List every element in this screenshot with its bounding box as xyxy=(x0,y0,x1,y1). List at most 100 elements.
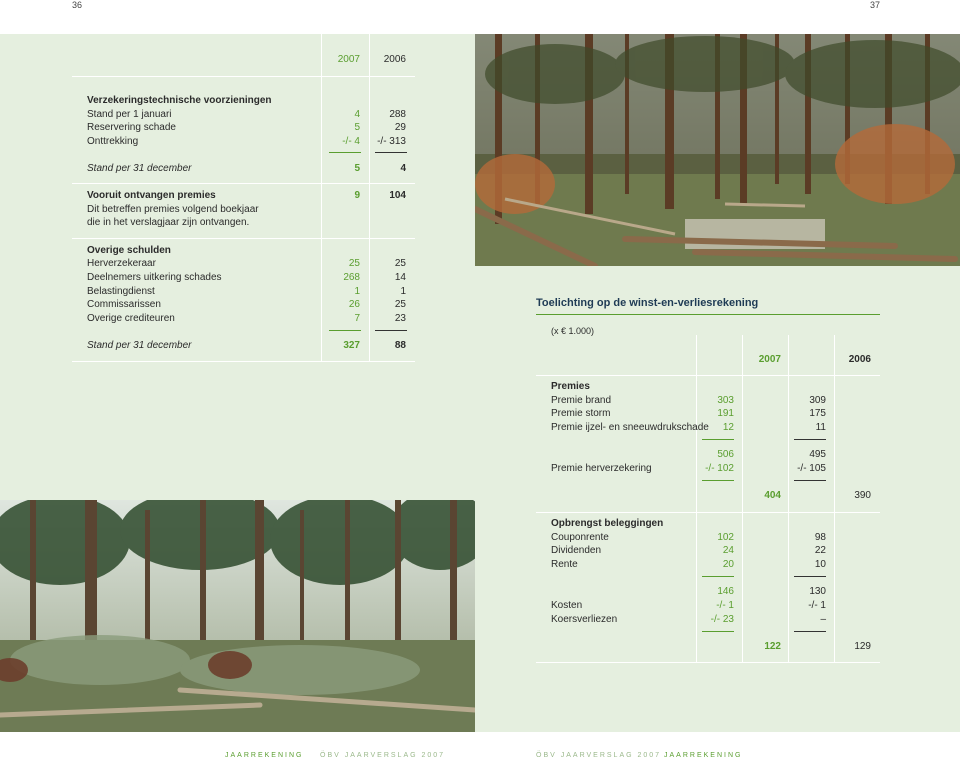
value-2007: 268 xyxy=(343,272,360,283)
note-line: die in het verslagjaar zijn ontvangen. xyxy=(87,217,250,228)
year-2007-header: 2007 xyxy=(337,54,360,65)
value-2006: -/- 313 xyxy=(377,136,406,147)
value-2006: -/- 105 xyxy=(797,463,826,474)
note-line: Dit betreffen premies volgend boekjaar xyxy=(87,204,259,215)
total-2006: 129 xyxy=(854,641,871,652)
value-2007: 5 xyxy=(354,122,360,133)
section-heading: Toelichting op de winst-en-verliesrekeni… xyxy=(536,297,759,309)
value-2007: 9 xyxy=(354,190,360,201)
value-2006: 309 xyxy=(809,395,826,406)
value-2007: 24 xyxy=(722,545,734,556)
sum-rule xyxy=(702,439,734,440)
total-2006: 390 xyxy=(854,490,871,501)
row-label: Stand per 1 januari xyxy=(87,109,172,120)
value-2007: -/- 1 xyxy=(716,600,734,611)
row-label: Commissarissen xyxy=(87,299,161,310)
forest-storm-photo-bottom xyxy=(0,500,475,732)
value-2006: 98 xyxy=(814,532,826,543)
row-label: Rente xyxy=(551,559,578,570)
value-2007: 191 xyxy=(717,408,734,419)
subtotal-2006: 495 xyxy=(809,449,826,460)
section-title: Verzekeringstechnische voorzieningen xyxy=(87,95,272,106)
forest-storm-photo-top xyxy=(475,34,960,266)
row-label: Koersverliezen xyxy=(551,614,618,625)
sum-rule xyxy=(329,330,361,331)
value-2006: 104 xyxy=(389,190,406,201)
value-2006: 14 xyxy=(394,272,406,283)
value-2006: 29 xyxy=(394,122,406,133)
value-2006: 288 xyxy=(389,109,406,120)
value-2007: 20 xyxy=(722,559,734,570)
row-label: Kosten xyxy=(551,600,583,611)
total-2006: 88 xyxy=(394,340,406,351)
value-2007: -/- 4 xyxy=(342,136,360,147)
page-number-left: 36 xyxy=(72,0,83,10)
value-2006: – xyxy=(820,614,826,625)
value-2006: 10 xyxy=(814,559,826,570)
row-label: Premie herverzekering xyxy=(551,463,652,474)
value-2007: -/- 23 xyxy=(710,614,734,625)
total-2007: 122 xyxy=(764,641,781,652)
subtotal-2006: 130 xyxy=(809,586,826,597)
footer-right-report: ÖBV JAARVERSLAG 2007 xyxy=(536,752,662,759)
value-2007: 7 xyxy=(354,313,360,324)
total-2006: 4 xyxy=(400,163,406,174)
value-2006: 22 xyxy=(814,545,826,556)
sum-rule xyxy=(702,480,734,481)
sum-rule xyxy=(794,576,826,577)
row-label: Premie storm xyxy=(551,408,611,419)
row-label: Herverzekeraar xyxy=(87,258,156,269)
row-label: Reservering schade xyxy=(87,122,176,133)
value-2007: 1 xyxy=(354,286,360,297)
section-title: Opbrengst beleggingen xyxy=(551,518,664,529)
heading-rule xyxy=(536,314,880,315)
year-2007-header: 2007 xyxy=(758,354,781,365)
year-2006-header: 2006 xyxy=(383,54,406,65)
sum-rule xyxy=(375,152,407,153)
sum-rule xyxy=(329,152,361,153)
value-2007: 25 xyxy=(348,258,360,269)
row-label: Belastingdienst xyxy=(87,286,155,297)
row-label: Premie ijzel- en sneeuwdrukschade xyxy=(551,422,709,433)
row-label: Dividenden xyxy=(551,545,602,556)
subtotal-2007: 146 xyxy=(717,586,734,597)
value-2007: 26 xyxy=(348,299,360,310)
total-2007: 327 xyxy=(343,340,360,351)
value-2006: 11 xyxy=(815,422,826,433)
total-2007: 5 xyxy=(354,163,360,174)
value-2007: 4 xyxy=(354,109,360,120)
footer-right-section: JAARREKENING xyxy=(664,752,743,759)
balance-sheet-notes-table: 2007 2006 Verzekeringstechnische voorzie… xyxy=(72,34,415,362)
row-label: Premie brand xyxy=(551,395,612,406)
row-label: Onttrekking xyxy=(87,136,139,147)
value-2006: 1 xyxy=(400,286,406,297)
row-label: Couponrente xyxy=(551,532,609,543)
value-2006: 25 xyxy=(394,258,406,269)
sum-rule xyxy=(794,480,826,481)
value-2006: -/- 1 xyxy=(808,600,826,611)
subtotal-2007: 506 xyxy=(717,449,734,460)
row-label: Deelnemers uitkering schades xyxy=(87,272,222,283)
section-title: Premies xyxy=(551,381,590,392)
sum-rule xyxy=(702,631,734,632)
row-label: Overige crediteuren xyxy=(87,313,175,324)
footer-left-report: ÖBV JAARVERSLAG 2007 xyxy=(320,752,446,759)
value-2007: 12 xyxy=(722,422,734,433)
page-number-right: 37 xyxy=(870,0,881,10)
value-2007: 102 xyxy=(717,532,734,543)
income-statement-table: 2007 2006 Premies Premie brand 303 309 P… xyxy=(536,335,880,663)
value-2006: 23 xyxy=(394,313,406,324)
total-label: Stand per 31 december xyxy=(87,163,192,174)
year-2006-header: 2006 xyxy=(848,354,871,365)
section-title: Vooruit ontvangen premies xyxy=(87,190,216,201)
sum-rule xyxy=(794,631,826,632)
sum-rule xyxy=(794,439,826,440)
footer-left-section: JAARREKENING xyxy=(225,752,304,759)
total-2007: 404 xyxy=(764,490,781,501)
sum-rule xyxy=(702,576,734,577)
value-2007: 303 xyxy=(717,395,734,406)
value-2006: 25 xyxy=(394,299,406,310)
value-2007: -/- 102 xyxy=(705,463,734,474)
sum-rule xyxy=(375,330,407,331)
value-2006: 175 xyxy=(809,408,826,419)
